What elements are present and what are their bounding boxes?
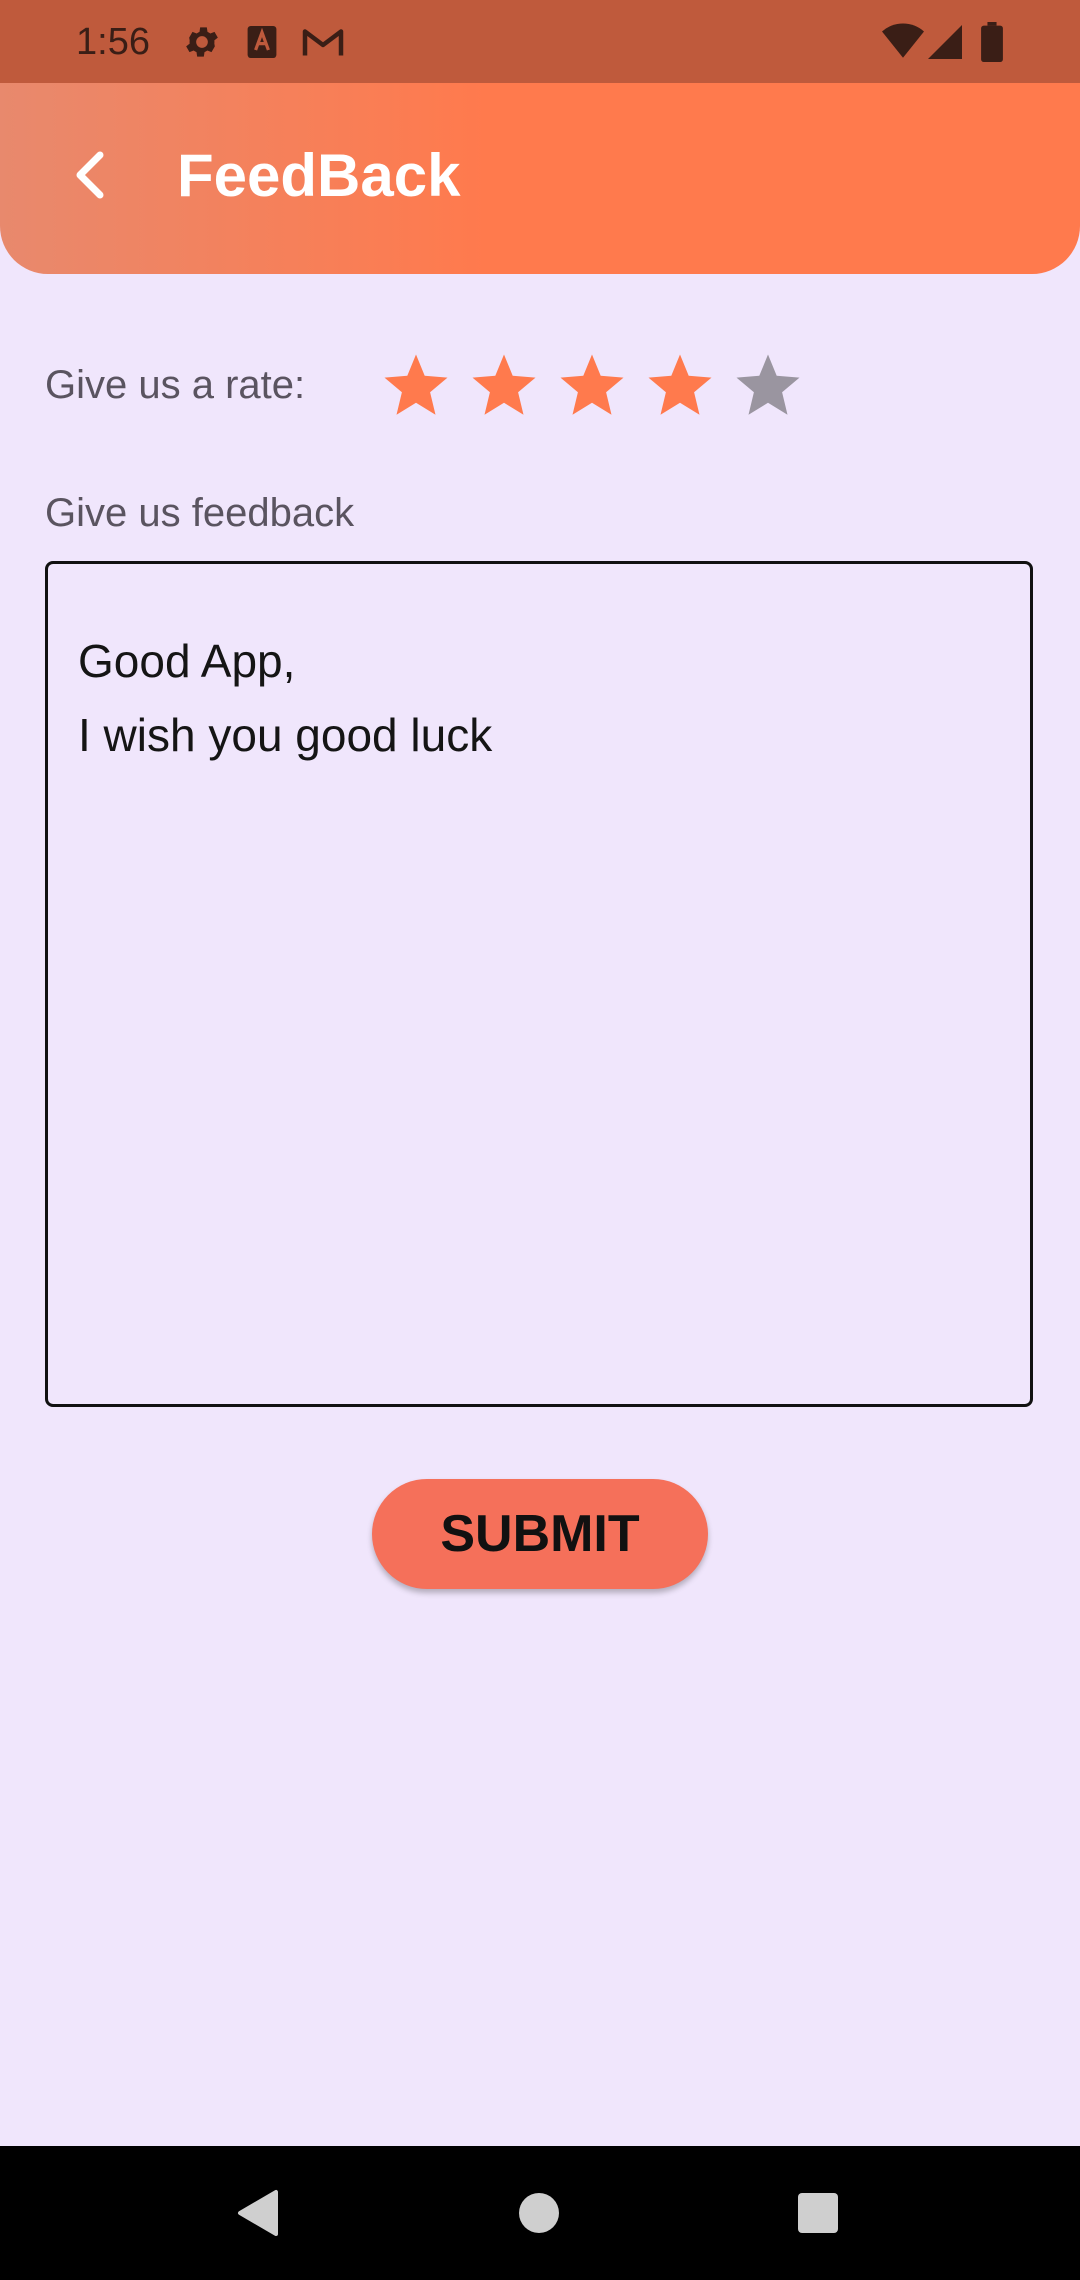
signal-icon bbox=[928, 25, 962, 59]
status-bar: 1:56 bbox=[0, 0, 1080, 83]
feedback-label: Give us feedback bbox=[45, 491, 355, 535]
feedback-line: I wish you good luck bbox=[78, 709, 493, 761]
settings-icon bbox=[186, 27, 218, 57]
battery-icon bbox=[981, 22, 1003, 62]
star-icon[interactable] bbox=[468, 350, 540, 422]
gmail-icon bbox=[302, 29, 344, 56]
star-icon[interactable] bbox=[380, 350, 452, 422]
star-icon[interactable] bbox=[556, 350, 628, 422]
back-button[interactable] bbox=[52, 135, 132, 215]
wifi-icon bbox=[882, 23, 924, 58]
app-bar: FeedBack bbox=[0, 83, 1080, 274]
star-icon[interactable] bbox=[732, 350, 804, 422]
star-icon[interactable] bbox=[644, 350, 716, 422]
a-box-icon bbox=[247, 26, 277, 58]
recents-square-icon[interactable] bbox=[797, 2192, 839, 2234]
submit-button[interactable]: SUBMIT bbox=[372, 1479, 708, 1589]
feedback-line: Good App, bbox=[78, 635, 296, 687]
chevron-left-icon bbox=[76, 151, 104, 199]
navigation-bar bbox=[0, 2146, 1080, 2280]
feedback-textarea[interactable]: Good App, I wish you good luck bbox=[45, 561, 1033, 1407]
status-time: 1:56 bbox=[76, 21, 150, 63]
back-triangle-icon[interactable] bbox=[236, 2188, 280, 2238]
page-title: FeedBack bbox=[177, 142, 461, 209]
rate-label: Give us a rate: bbox=[45, 363, 306, 407]
home-circle-icon[interactable] bbox=[518, 2192, 560, 2234]
